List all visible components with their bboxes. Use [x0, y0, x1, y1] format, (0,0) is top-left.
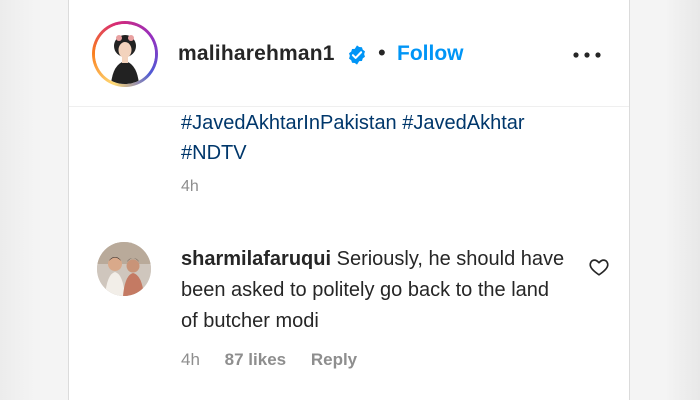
hashtag-link[interactable]: #NDTV	[181, 142, 247, 164]
comment-timestamp[interactable]: 4h	[181, 350, 200, 369]
comment-body: sharmilafaruqui Seriously, he should hav…	[181, 244, 571, 337]
post-caption-hashtags: #JavedAkhtarInPakistan #JavedAkhtar #NDT…	[181, 108, 601, 168]
separator-dot: •	[378, 40, 386, 65]
post-header: maliharehman1 • Follow	[69, 0, 629, 107]
comment-meta: 4h 87 likes Reply	[181, 350, 357, 370]
author-avatar-illustration	[95, 24, 155, 84]
post-username[interactable]: maliharehman1	[178, 42, 335, 66]
verified-badge-icon	[349, 45, 365, 65]
heart-icon[interactable]	[588, 256, 610, 278]
commenter-avatar[interactable]	[97, 242, 151, 296]
comment-likes[interactable]: 87 likes	[225, 350, 286, 369]
follow-button[interactable]: Follow	[397, 42, 464, 66]
post-timestamp[interactable]: 4h	[181, 178, 199, 196]
commenter-avatar-photo	[97, 242, 151, 296]
hashtag-link[interactable]: #JavedAkhtarInPakistan	[181, 112, 397, 134]
instagram-post-card: maliharehman1 • Follow #JavedAkhtarInPak…	[68, 0, 630, 400]
comment-username[interactable]: sharmilafaruqui	[181, 248, 331, 270]
more-options-icon[interactable]	[571, 48, 603, 62]
hashtag-link[interactable]: #JavedAkhtar	[402, 112, 524, 134]
author-avatar[interactable]	[92, 21, 158, 87]
reply-button[interactable]: Reply	[311, 350, 357, 369]
